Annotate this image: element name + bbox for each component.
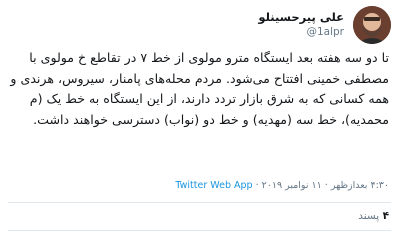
tweet-card: علی پیرحسینلو @1alpr تا دو سه هفته بعد ا… [0, 0, 399, 243]
tweet-time[interactable]: ۴:۳۰ بعدازظهر [331, 180, 389, 191]
likes-stat[interactable]: ۴ پسند [358, 210, 389, 222]
avatar-image [353, 6, 391, 44]
tweet-header: علی پیرحسینلو @1alpr [8, 6, 391, 46]
likes-label: پسند [358, 210, 380, 222]
tweet-meta: ۴:۳۰ بعدازظهر · ۱۱ نوامبر ۲۰۱۹ · Twitter… [10, 180, 389, 196]
user-info[interactable]: علی پیرحسینلو @1alpr [258, 10, 344, 39]
meta-separator-2: · [255, 180, 259, 191]
tweet-source[interactable]: Twitter Web App [175, 180, 252, 191]
user-handle[interactable]: @1alpr [258, 25, 344, 39]
divider-bottom [8, 230, 391, 231]
meta-separator: · [324, 180, 328, 191]
likes-count: ۴ [382, 210, 389, 222]
display-name[interactable]: علی پیرحسینلو [258, 10, 344, 25]
avatar[interactable] [353, 6, 391, 44]
divider [8, 202, 391, 203]
tweet-text: تا دو سه هفته بعد ایستگاه مترو مولوی از … [10, 50, 389, 127]
tweet-date[interactable]: ۱۱ نوامبر ۲۰۱۹ [262, 180, 322, 191]
